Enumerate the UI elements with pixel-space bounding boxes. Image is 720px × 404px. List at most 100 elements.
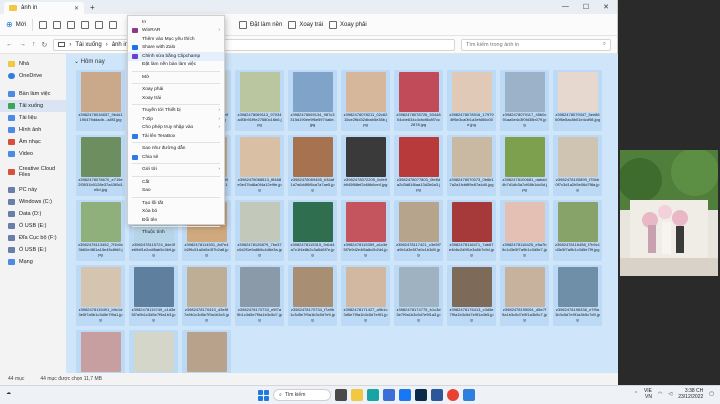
refresh-icon[interactable]: ↻	[42, 41, 48, 49]
file-thumbnail[interactable]: z3982478174775_b1c3d5e7f9a1b3c5d7e9f1a3.…	[394, 265, 443, 326]
file-thumbnail[interactable]: z3982478069113_97034a4f3b91f9e27680c16b6…	[235, 70, 284, 131]
context-menu-item[interactable]: Mở	[128, 73, 224, 82]
file-thumbnail[interactable]: z3982478113452_7f1b0c3b60e4f81a15e45c8fd…	[76, 200, 125, 261]
breadcrumb[interactable]: › Tài xuống › ảnh in	[53, 38, 455, 51]
volume-icon[interactable]: ◁	[668, 391, 672, 397]
context-menu-item[interactable]: Chia sẻ	[128, 153, 224, 162]
file-thumbnail[interactable]: z3982478078726_5344804cbe634c4cbcf8c8f7c…	[394, 70, 443, 131]
close-button[interactable]: ✕	[603, 3, 609, 11]
file-thumbnail[interactable]: z3982478068813_f8468e0e47bd8a0f4a12e9fe.…	[235, 135, 284, 196]
photoshop-app-icon[interactable]	[415, 389, 427, 401]
file-thumbnail[interactable]: z3982478126879_7be37c0d2f1e9a8b5c4d6e3a.…	[235, 200, 284, 261]
file-thumbnail[interactable]: z3982478170733_e5f7a9b1c3d5e7f9a1b3c5d7.…	[235, 265, 284, 326]
task-view-icon[interactable]	[335, 389, 347, 401]
file-thumbnail[interactable]: z3982478115315_9d1d4a7c1f4e8b2c3a5d6f7e.…	[288, 200, 337, 261]
new-tab-button[interactable]: +	[90, 3, 95, 12]
context-menu-item[interactable]: Đặt làm nền bàn làm việc	[128, 61, 224, 70]
context-menu-item[interactable]: Xóa bỏ	[128, 208, 224, 217]
file-thumbnail[interactable]: z3982478117421_c3e5f7a9b1d3e5f7a9c1b3d5.…	[394, 200, 443, 261]
sidebar-item[interactable]: PC này	[0, 184, 66, 196]
chevron-up-icon[interactable]: ⌃	[634, 391, 638, 397]
sidebar-item[interactable]: Data (D:)	[0, 208, 66, 220]
file-thumbnail[interactable]: z3982478016837_9b4d1190479ddadb...a8f3.j…	[76, 70, 125, 131]
file-thumbnail[interactable]: z3982478100681_dabdd4b7d1db3a7cf68b1dc5d…	[500, 135, 549, 196]
context-menu-item[interactable]: Truyền tới Thiết bị ›	[128, 107, 224, 116]
context-menu-item[interactable]: Share with Zalo	[128, 44, 224, 53]
search-input[interactable]: Tìm kiếm trong ảnh in ⌕	[461, 38, 611, 51]
context-menu-item[interactable]: Cắt	[128, 178, 224, 187]
file-thumbnail[interactable]: z3982478115491_b9c1d3e5f7a9b1c3d5e7f9a1.…	[76, 265, 125, 326]
sidebar-item[interactable]: Âm nhạc	[0, 136, 66, 148]
file-thumbnail[interactable]: z3982478078916_179794ff6e3ca0b1a3efd56c0…	[447, 70, 496, 131]
file-thumbnail[interactable]: z3982478079117_4560c91aa5e4c3f0fd35b079.…	[500, 70, 549, 131]
back-arrow-icon[interactable]: ←	[6, 41, 13, 48]
weather-widget[interactable]: ☁	[6, 390, 11, 396]
chrome-app-icon[interactable]	[447, 389, 459, 401]
sidebar-item[interactable]: Bàn làm việc	[0, 88, 66, 100]
cut-icon[interactable]	[38, 20, 47, 29]
up-arrow-icon[interactable]: ↑	[32, 41, 36, 48]
context-menu-item[interactable]: 7-Zip ›	[128, 115, 224, 124]
minimize-button[interactable]: —	[562, 3, 569, 11]
maximize-button[interactable]: ☐	[583, 3, 589, 11]
file-thumbnail[interactable]: z3982478196338_e7f9a1b3c5d7e9f1a3b5c7d9.…	[553, 265, 602, 326]
rename-icon[interactable]	[80, 20, 89, 29]
file-thumbnail[interactable]: z3982478078211_02c6215ce2f6d32dbab5e38b.…	[341, 70, 390, 131]
context-menu-item[interactable]: Thêm vào Mục yêu thích	[128, 35, 224, 44]
file-thumbnail[interactable]: z3982478116458_f7b9c1d3e5f7a9b1c3d5e7f9.…	[553, 200, 602, 261]
rotate-left-button[interactable]: Xoay trái	[288, 20, 323, 29]
sidebar-item[interactable]: Creative Cloud Files	[0, 166, 66, 178]
tab-close-icon[interactable]: ✕	[74, 5, 79, 12]
group-header-today[interactable]: ⌄ Hôm nay	[74, 58, 105, 65]
rotate-right-button[interactable]: Xoay phải	[329, 20, 367, 29]
file-thumbnail[interactable]: z3982478072205_0cfe9b945f68ef2c66b6ce4.j…	[341, 135, 390, 196]
taskbar-search[interactable]: ⌕ Tìm kiếm	[273, 389, 331, 401]
context-menu-item[interactable]: Sao như đường dẫn	[128, 145, 224, 154]
facebook-app-icon[interactable]	[399, 389, 411, 401]
context-menu-item[interactable]: Xoay trái	[128, 94, 224, 103]
forward-arrow-icon[interactable]: →	[19, 41, 26, 48]
context-menu-item[interactable]: In	[128, 18, 224, 27]
file-thumbnail[interactable]: z3982478195061_d5e7f9a1b3c5d7e9f1a3b5c7.…	[500, 265, 549, 326]
file-thumbnail[interactable]: z3982478077803_0fe8da2d3d81f6aa13d2b6a3.…	[394, 135, 443, 196]
word-app-icon[interactable]	[431, 389, 443, 401]
file-thumbnail[interactable]: z3982478078670_e719e2f3931b0128e37a43f0d…	[76, 135, 125, 196]
breadcrumb-anh-in[interactable]: ảnh in	[112, 42, 128, 48]
notification-icon[interactable]: ▢	[709, 391, 714, 397]
start-button[interactable]	[258, 389, 269, 401]
new-button[interactable]: ⊕ Mới	[6, 20, 26, 29]
file-thumbnail[interactable]: z3982478116471_7ab87e4b6c2d9f1e3a5b7c9d.…	[447, 200, 496, 261]
file-thumbnail[interactable]: z3982478069134_987c3315d190ee9f6e5974a6e…	[288, 70, 337, 131]
sidebar-item[interactable]: Video	[0, 148, 66, 160]
file-thumbnail[interactable]: z3982478115749_c1d3e5f7a9b1c3d5e7f9a1b3.…	[129, 265, 178, 326]
context-menu-item[interactable]: Chỉnh sửa bằng Clipchamp	[128, 52, 224, 61]
sidebar-item[interactable]: OneDrive	[0, 70, 66, 82]
file-thumbnail[interactable]: z3982478070073_0b6b17a2a1fcb8f9e87a4d0.j…	[447, 135, 496, 196]
wifi-icon[interactable]: ◠	[658, 391, 662, 397]
file-thumbnail[interactable]: z3982478115359_a1c3e5f7b9d2e4f6a8c0b2d4.…	[341, 200, 390, 261]
context-menu-item[interactable]: WinRAR ›	[128, 27, 224, 36]
language-indicator[interactable]: VIE VN	[644, 388, 652, 400]
sidebar-item[interactable]: Ổ USB (E:)	[0, 220, 66, 232]
delete-icon[interactable]	[108, 20, 117, 29]
file-thumbnail[interactable]: z3982478116425_e5a7b9c1d3e5f7a9b1c3d5e7.…	[500, 200, 549, 261]
clock[interactable]: 3:38 CH 23/12/2022	[678, 388, 703, 400]
sidebar-item[interactable]: Tài liệu	[0, 112, 66, 124]
paste-icon[interactable]	[66, 20, 75, 29]
photos-app-icon[interactable]	[463, 389, 475, 401]
file-thumbnail[interactable]: z3982478100899_f75bb0f7c3d1a2b5e06d7f8a.…	[553, 135, 602, 196]
context-menu-item[interactable]: Tải lên TeraBox	[128, 132, 224, 141]
context-menu-item[interactable]: Sao	[128, 187, 224, 196]
file-thumbnail[interactable]: z3982478079347_5ee8600f6e5ac8b01e4cd98.j…	[553, 70, 602, 131]
context-menu-item[interactable]: Cho phép truy nhập vào ›	[128, 124, 224, 133]
sidebar-item[interactable]: Đĩa Cục bộ (F:)	[0, 232, 66, 244]
context-menu-item[interactable]: Đổi tên	[128, 216, 224, 225]
file-thumbnail[interactable]: z3982478069455_b34af1d7a6d4f6f6ca7a7ae5.…	[288, 135, 337, 196]
sidebar-item[interactable]: Ổ USB (E:)	[0, 244, 66, 256]
file-explorer-app-icon[interactable]	[351, 389, 363, 401]
sidebar-item[interactable]: Windows (C:)	[0, 196, 66, 208]
context-menu-item[interactable]: Tạo lối tắt	[128, 199, 224, 208]
set-background-button[interactable]: Đặt làm nền	[238, 20, 282, 29]
edge-app-icon[interactable]	[367, 389, 379, 401]
tab-anh-in[interactable]: ảnh in ✕	[4, 2, 84, 14]
